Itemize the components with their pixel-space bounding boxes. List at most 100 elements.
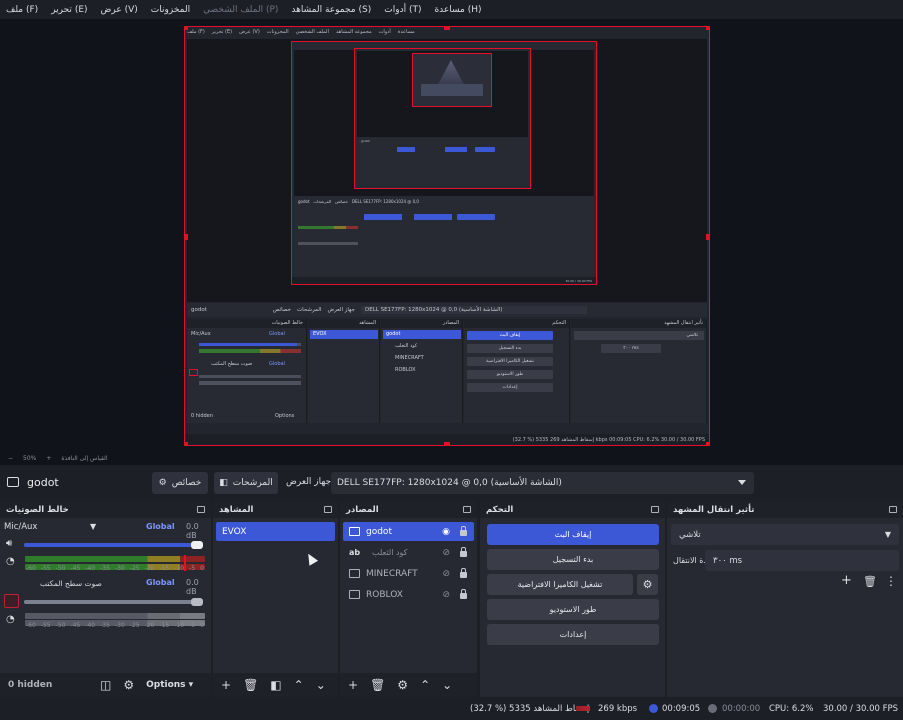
undock-icon[interactable] (197, 506, 205, 513)
channel-name: صوت سطح المكتب (40, 579, 102, 588)
preview-zoom-bar: − 50% + القياس إلى النافذة (0, 451, 903, 465)
transition-select[interactable]: تلاشي ▼ (671, 524, 899, 545)
headphones-icon[interactable]: ◔ (6, 614, 15, 625)
start-recording-button[interactable]: بدء التسجيل (487, 549, 659, 570)
volume-icon[interactable]: 🔊︎ (6, 538, 12, 549)
dropped-frames: (32.7 %) 5335 إسقاط المشاهد (470, 704, 590, 714)
filters-button[interactable]: ◧ المرشحات (214, 472, 278, 494)
nested-menu: ملف (F) تحرير (E) عرض (V) المخزونات الملف ال… (187, 29, 415, 35)
headphones-icon[interactable]: ◔ (6, 556, 15, 567)
scene-item-evox[interactable]: EVOX (216, 522, 335, 541)
source-item-godot[interactable]: godot ◉ (343, 522, 474, 541)
menu-file[interactable]: ملف (F) (6, 5, 38, 15)
preview-area[interactable]: ملف (F) تحرير (E) عرض (V) المخزونات الملف ال… (0, 19, 903, 451)
volume-slider[interactable] (24, 543, 202, 547)
virtual-camera-settings-button[interactable]: ⚙ (637, 574, 658, 595)
source-item-roblox[interactable]: ROBLOX ⊘ (343, 585, 474, 604)
duration-input[interactable]: ٣٠٠ ms (705, 550, 899, 571)
eye-off-icon[interactable]: ⊘ (442, 548, 450, 558)
chevron-down-icon[interactable]: ⌄ (442, 678, 452, 692)
meter-tick-label: -20 (144, 622, 155, 629)
undock-icon[interactable] (651, 506, 659, 513)
status-bar: (32.7 %) 5335 إسقاط المشاهد 269 kbps 00:… (0, 698, 903, 720)
undock-icon[interactable] (324, 506, 332, 513)
resize-handle-b[interactable] (444, 442, 450, 445)
menu-scene-collection[interactable]: مجموعة المشاهد (S) (291, 5, 371, 15)
source-item-text[interactable]: ab كود الثعلب ⊘ (343, 543, 474, 562)
nested-scenes: المشاهد EVOX (308, 319, 380, 423)
stream-time: 00:09:05 (662, 704, 701, 714)
muted-speaker-icon[interactable] (4, 594, 19, 608)
add-icon[interactable]: + (221, 678, 231, 692)
undock-icon[interactable] (889, 506, 897, 513)
meter-tick-label: -45 (70, 565, 81, 572)
resize-handle-tr[interactable] (706, 27, 709, 30)
lock-icon[interactable] (460, 568, 467, 578)
chevron-up-icon[interactable]: ⌃ (420, 678, 430, 692)
nested-sources: المصادر godot كود الثعلب MINECRAFT ROBLO… (381, 319, 463, 423)
columns-icon[interactable]: ◫ (100, 678, 111, 692)
volume-slider[interactable] (24, 600, 202, 604)
resize-handle-tl[interactable] (185, 27, 188, 30)
studio-mode-button[interactable]: طور الاستوديو (487, 599, 659, 620)
menu-edit[interactable]: تحرير (E) (51, 5, 87, 15)
lock-icon[interactable] (460, 547, 467, 557)
menu-docks[interactable]: المخزونات (151, 5, 190, 15)
monitor-icon (349, 527, 360, 536)
menu-view[interactable]: عرض (V) (101, 5, 138, 15)
menu-help[interactable]: مساعدة (H) (434, 5, 481, 15)
resize-handle-l[interactable] (185, 234, 188, 240)
gear-icon[interactable]: ⚙ (397, 678, 408, 692)
start-virtual-camera-button[interactable]: تشغيل الكاميرا الافتراضية (487, 574, 633, 595)
eye-icon[interactable]: ◉ (442, 527, 450, 537)
eye-off-icon[interactable]: ⊘ (442, 569, 450, 579)
trash-icon[interactable]: 🗑︎ (243, 678, 258, 692)
channel-db: 0.0 dB (186, 522, 199, 540)
undock-icon[interactable] (463, 506, 471, 513)
resize-handle-t[interactable] (444, 27, 450, 30)
chevron-down-icon (738, 480, 746, 485)
volume-slider-knob[interactable] (190, 541, 203, 549)
zoom-out-button[interactable]: − (8, 455, 13, 462)
chevron-down-icon[interactable]: ▼ (90, 522, 96, 531)
more-icon[interactable]: ⋮ (885, 574, 897, 588)
resize-handle-r[interactable] (706, 234, 709, 240)
lock-icon[interactable] (460, 589, 467, 599)
resize-handle-bl[interactable] (185, 442, 188, 445)
meter-tick-label: -35 (100, 565, 110, 572)
menu-tools[interactable]: أدوات (T) (384, 5, 421, 15)
trash-icon[interactable]: 🗑︎ (370, 678, 385, 692)
display-select[interactable]: DELL SE177FP: 1280x1024 @ 0,0 (الشاشة ال… (331, 472, 754, 494)
meter-tick-label: 0 (200, 622, 204, 629)
sources-title: المصادر (346, 504, 379, 515)
gear-icon[interactable]: ⚙ (123, 678, 134, 692)
filter-icon[interactable]: ◧ (270, 678, 281, 692)
scale-to-window[interactable]: القياس إلى النافذة (61, 455, 107, 462)
add-icon[interactable]: + (841, 573, 852, 588)
preview-canvas[interactable]: ملف (F) تحرير (E) عرض (V) المخزونات الملف ال… (184, 26, 710, 446)
eye-off-icon[interactable]: ⊘ (442, 590, 450, 600)
resize-handle-br[interactable] (706, 442, 709, 445)
stop-streaming-button[interactable]: إيقاف البث (487, 524, 659, 545)
nested-capture-level-1: godot godot خصائص المرشحات DELL SE177FP:… (291, 41, 597, 285)
meter-scale: -60 -55 -50 -45 -40 -35 -30 -25 -20 -15 -10 -5 0 (26, 565, 204, 572)
meter-tick-label: -40 (85, 565, 96, 572)
nested-controls: التحكم إيقاف البث بدء التسجيل تشغيل الكا… (464, 319, 570, 423)
properties-button[interactable]: ⚙ خصائص (152, 472, 208, 494)
settings-button[interactable]: إعدادات (487, 624, 659, 645)
filter-icon: ◧ (219, 478, 228, 488)
lock-icon[interactable] (460, 526, 467, 536)
chevron-down-icon: ▼ (884, 530, 891, 539)
menu-profile[interactable]: الملف الشخصي (P) (203, 5, 278, 15)
zoom-in-button[interactable]: + (46, 455, 51, 462)
hidden-count: 0 hidden (8, 680, 53, 690)
trash-icon[interactable]: 🗑︎ (863, 575, 877, 588)
scene-transitions-dock: تأثير انتقال المشهد تلاشي ▼ مدة الانتقال… (667, 501, 903, 697)
chevron-down-icon[interactable]: ⌄ (316, 678, 326, 692)
source-item-minecraft[interactable]: MINECRAFT ⊘ (343, 564, 474, 583)
options-button[interactable]: Options ▾ (146, 680, 193, 690)
chevron-up-icon[interactable]: ⌃ (294, 678, 304, 692)
volume-slider-knob[interactable] (190, 598, 203, 606)
add-icon[interactable]: + (348, 678, 358, 692)
meter-tick-label: -25 (129, 622, 140, 629)
